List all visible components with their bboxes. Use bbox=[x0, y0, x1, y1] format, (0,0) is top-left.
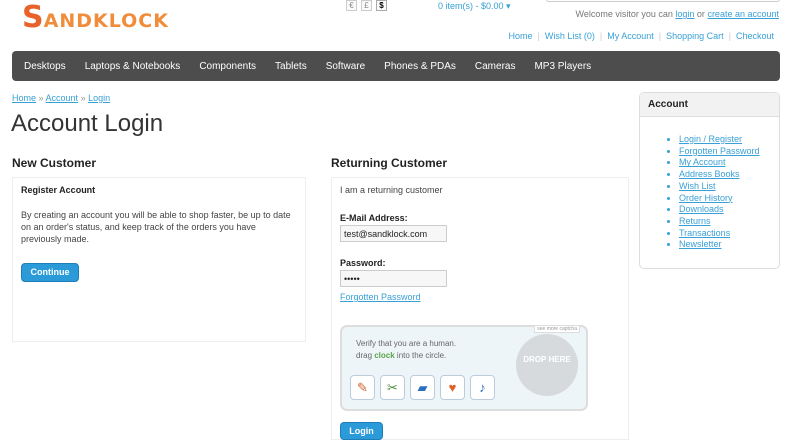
captcha-target-word: clock bbox=[374, 351, 395, 360]
welcome-or: or bbox=[694, 9, 708, 19]
cart-summary[interactable]: 0 item(s) - $0.00 ▾ bbox=[438, 1, 511, 12]
top-link-shopping-cart[interactable]: Shopping Cart bbox=[666, 31, 724, 41]
currency-euro[interactable]: € bbox=[346, 0, 357, 11]
register-account-heading: Register Account bbox=[21, 185, 96, 195]
sidebar-link-forgotten-password[interactable]: Forgotten Password bbox=[679, 146, 760, 156]
breadcrumb: Home » Account » Login bbox=[12, 93, 111, 103]
returning-intro: I am a returning customer bbox=[340, 185, 443, 195]
captcha-text-suffix: into the circle. bbox=[394, 351, 447, 360]
account-sidebar: Account Login / Register Forgotten Passw… bbox=[639, 92, 780, 269]
menu-item-mp3[interactable]: MP3 Players bbox=[534, 61, 591, 72]
email-label: E-Mail Address: bbox=[340, 213, 408, 223]
sidebar-item-forgotten-password: Forgotten Password bbox=[679, 146, 779, 158]
menu-item-cameras[interactable]: Cameras bbox=[475, 61, 516, 72]
sidebar-item-order-history: Order History bbox=[679, 193, 779, 205]
captcha-icons: ✎ ✂ ▰ ♥ ♪ bbox=[350, 375, 495, 400]
sidebar-item-transactions: Transactions bbox=[679, 228, 779, 240]
logo-letter: S bbox=[22, 0, 44, 35]
sidebar-link-returns[interactable]: Returns bbox=[679, 216, 711, 226]
sidebar-link-address-books[interactable]: Address Books bbox=[679, 169, 740, 179]
forgotten-password-link[interactable]: Forgotten Password bbox=[340, 292, 421, 302]
sidebar-link-newsletter[interactable]: Newsletter bbox=[679, 239, 722, 249]
top-link-my-account[interactable]: My Account bbox=[607, 31, 654, 41]
returning-customer-panel: I am a returning customer E-Mail Address… bbox=[331, 177, 629, 440]
login-button[interactable]: Login bbox=[340, 422, 383, 440]
menu-item-components[interactable]: Components bbox=[199, 61, 256, 72]
top-link-wishlist[interactable]: Wish List (0) bbox=[545, 31, 595, 41]
menu-item-phones[interactable]: Phones & PDAs bbox=[384, 61, 456, 72]
welcome-text: Welcome visitor you can bbox=[575, 9, 676, 19]
breadcrumb-home[interactable]: Home bbox=[12, 93, 36, 103]
create-account-link[interactable]: create an account bbox=[707, 9, 779, 19]
currency-dollar[interactable]: $ bbox=[376, 0, 387, 11]
sidebar-item-returns: Returns bbox=[679, 216, 779, 228]
menu-item-desktops[interactable]: Desktops bbox=[24, 61, 66, 72]
scissors-icon[interactable]: ✂ bbox=[380, 375, 405, 400]
book-icon[interactable]: ▰ bbox=[410, 375, 435, 400]
top-links: Home | Wish List (0) | My Account | Shoppin… bbox=[508, 31, 774, 41]
captcha-drop-target[interactable]: DROP HERE bbox=[516, 334, 578, 396]
captcha-instruction-detail: drag clock into the circle. bbox=[356, 351, 446, 360]
menu-item-software[interactable]: Software bbox=[326, 61, 365, 72]
top-link-checkout[interactable]: Checkout bbox=[736, 31, 774, 41]
top-link-home[interactable]: Home bbox=[508, 31, 532, 41]
main-menu: Desktops Laptops & Notebooks Components … bbox=[12, 51, 780, 81]
sidebar-link-transactions[interactable]: Transactions bbox=[679, 228, 730, 238]
currency-selector: € £ $ bbox=[346, 0, 387, 11]
sidebar-link-my-account[interactable]: My Account bbox=[679, 157, 726, 167]
sidebar-link-login-register[interactable]: Login / Register bbox=[679, 134, 742, 144]
page-title: Account Login bbox=[11, 110, 164, 137]
email-field[interactable]: test@sandklock.com bbox=[340, 225, 447, 242]
sidebar-item-downloads: Downloads bbox=[679, 204, 779, 216]
sidebar-item-address-books: Address Books bbox=[679, 169, 779, 181]
currency-pound[interactable]: £ bbox=[361, 0, 372, 11]
menu-item-laptops[interactable]: Laptops & Notebooks bbox=[85, 61, 181, 72]
heart-icon[interactable]: ♥ bbox=[440, 375, 465, 400]
new-customer-panel: Register Account By creating an account … bbox=[12, 177, 306, 342]
music-note-icon[interactable]: ♪ bbox=[470, 375, 495, 400]
returning-customer-title: Returning Customer bbox=[331, 156, 448, 170]
sidebar-links: Login / Register Forgotten Password My A… bbox=[640, 134, 779, 251]
login-link[interactable]: login bbox=[675, 9, 694, 19]
captcha-widget: see more captcha Verify that you are a h… bbox=[340, 325, 588, 411]
captcha-more-link[interactable]: see more captcha bbox=[534, 325, 580, 333]
welcome-message: Welcome visitor you can login or create … bbox=[576, 9, 779, 19]
password-field[interactable]: ••••• bbox=[340, 270, 447, 287]
continue-button[interactable]: Continue bbox=[21, 263, 79, 282]
register-description: By creating an account you will be able … bbox=[21, 210, 291, 244]
sidebar-title: Account bbox=[640, 93, 779, 117]
menu-item-tablets[interactable]: Tablets bbox=[275, 61, 307, 72]
site-logo[interactable]: S ANDKLOCK bbox=[22, 3, 169, 33]
breadcrumb-login[interactable]: Login bbox=[88, 93, 110, 103]
sidebar-item-my-account: My Account bbox=[679, 157, 779, 169]
sidebar-item-newsletter: Newsletter bbox=[679, 239, 779, 251]
sidebar-link-order-history[interactable]: Order History bbox=[679, 193, 733, 203]
logo-text: ANDKLOCK bbox=[43, 10, 169, 32]
breadcrumb-account[interactable]: Account bbox=[46, 93, 79, 103]
captcha-instruction: Verify that you are a human. bbox=[356, 339, 457, 348]
sidebar-item-login-register: Login / Register bbox=[679, 134, 779, 146]
sidebar-link-downloads[interactable]: Downloads bbox=[679, 204, 724, 214]
sidebar-link-wish-list[interactable]: Wish List bbox=[679, 181, 716, 191]
password-label: Password: bbox=[340, 258, 386, 268]
captcha-text-prefix: drag bbox=[356, 351, 375, 360]
pencil-icon[interactable]: ✎ bbox=[350, 375, 375, 400]
new-customer-title: New Customer bbox=[12, 156, 97, 170]
sidebar-item-wish-list: Wish List bbox=[679, 181, 779, 193]
search-input[interactable] bbox=[546, 0, 780, 2]
